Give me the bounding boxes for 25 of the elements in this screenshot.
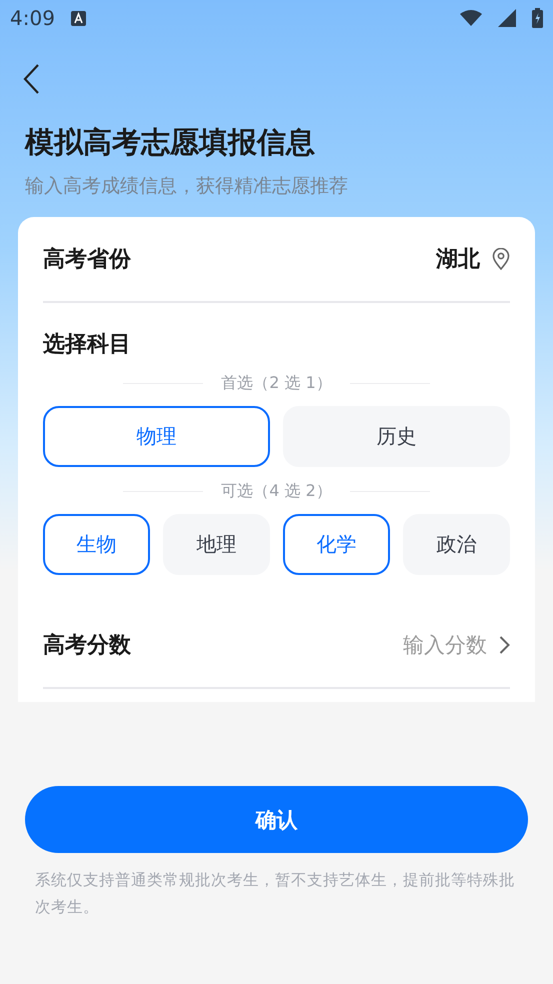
signal-icon xyxy=(498,9,516,27)
chevron-right-icon[interactable] xyxy=(499,635,510,655)
notice-text: 系统仅支持普通类常规批次考生，暂不支持艺体生，提前批等特殊批次考生。 xyxy=(35,870,516,918)
score-placeholder[interactable]: 输入分数 xyxy=(403,631,487,659)
province-label: 高考省份 xyxy=(43,246,132,274)
battery-icon xyxy=(532,8,543,28)
province-value[interactable]: 湖北 xyxy=(436,244,480,274)
page-title: 模拟高考志愿填报信息 xyxy=(25,124,316,161)
group-label: 首选（2 选 1） xyxy=(221,373,332,394)
group-label: 可选（4 选 2） xyxy=(221,481,332,502)
notification-icon xyxy=(70,10,86,26)
subjects-title: 选择科目 xyxy=(43,331,132,359)
subject-option[interactable]: 政治 xyxy=(403,514,510,575)
subject-option[interactable]: 物理 xyxy=(43,406,270,467)
wifi-icon xyxy=(460,10,482,26)
location-pin-icon[interactable] xyxy=(492,248,510,270)
page-subtitle: 输入高考成绩信息，获得精准志愿推荐 xyxy=(25,174,349,199)
subject-option[interactable]: 历史 xyxy=(283,406,510,467)
confirm-button[interactable]: 确认 xyxy=(25,786,528,853)
subject-option[interactable]: 化学 xyxy=(283,514,390,575)
score-label: 高考分数 xyxy=(43,632,132,660)
subject-option[interactable]: 地理 xyxy=(163,514,270,575)
subject-option[interactable]: 生物 xyxy=(43,514,150,575)
back-icon[interactable] xyxy=(22,63,40,95)
status-time: 4:09 xyxy=(10,6,55,30)
